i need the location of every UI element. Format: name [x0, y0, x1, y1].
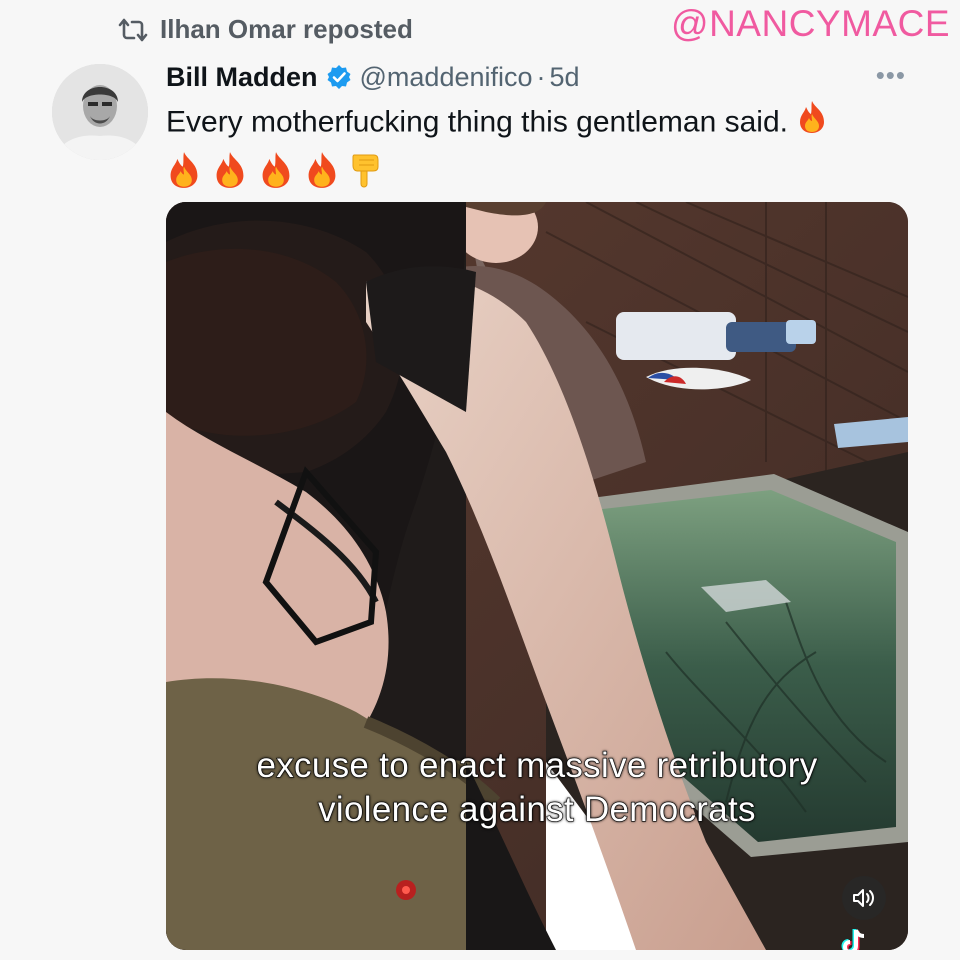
more-dots-icon[interactable]: ••• — [876, 60, 906, 91]
verified-badge-icon — [326, 64, 352, 90]
repost-icon — [118, 17, 148, 43]
video-frame — [166, 202, 908, 950]
caption-line-1: excuse to enact massive retributory — [256, 745, 818, 785]
fire-emoji — [258, 151, 294, 202]
watermark-handle: @NANCYMACE — [671, 3, 950, 44]
emoji-row — [166, 151, 906, 202]
post-age[interactable]: 5d — [550, 58, 580, 96]
tweet-header: Bill Madden @maddenifico · 5d — [166, 58, 580, 96]
tweet-text: Every motherfucking thing this gentleman… — [166, 105, 788, 139]
repost-context[interactable]: Ilhan Omar reposted — [118, 14, 413, 45]
caption-line-2: violence against Democrats — [318, 789, 757, 829]
author-handle[interactable]: @maddenifico — [360, 58, 533, 96]
tweet-body: Every motherfucking thing this gentleman… — [166, 100, 906, 202]
video-player[interactable]: excuse to enact massive retributory viol… — [166, 202, 908, 950]
author-avatar[interactable] — [52, 64, 148, 160]
separator-dot: · — [536, 62, 546, 92]
tiktok-logo-icon — [840, 926, 870, 950]
author-name[interactable]: Bill Madden — [166, 58, 318, 96]
repost-screenshot: @NANCYMACE Ilhan Omar reposted Bill Madd… — [0, 0, 960, 960]
volume-icon[interactable] — [842, 876, 886, 920]
pointing-down-emoji — [350, 151, 380, 202]
fire-emoji — [304, 151, 340, 202]
fire-emoji — [212, 151, 248, 202]
fire-emoji — [796, 100, 828, 147]
repost-label: Ilhan Omar reposted — [160, 14, 413, 44]
video-caption: excuse to enact massive retributory viol… — [166, 744, 908, 832]
fire-emoji — [166, 151, 202, 202]
